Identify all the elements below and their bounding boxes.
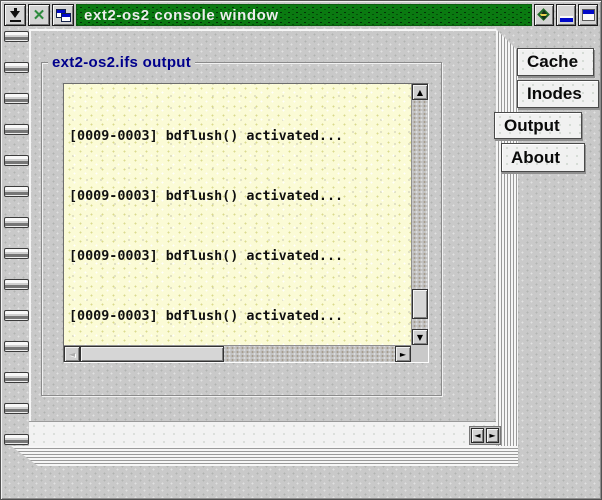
binding-ring [4, 62, 29, 73]
titlebar-drag-area[interactable]: ext2-os2 console window [76, 4, 532, 26]
binding-ring [4, 434, 29, 445]
console-line: [0009-0003] bdflush() activated... [69, 127, 411, 147]
scroll-down-button[interactable]: ▼ [412, 329, 428, 345]
binding-ring [4, 372, 29, 383]
right-arrow-icon: ► [400, 350, 406, 359]
binding-ring [4, 248, 29, 259]
scroll-right-button[interactable]: ► [395, 346, 411, 362]
binding-ring [4, 217, 29, 228]
tab-inodes[interactable]: Inodes [517, 80, 599, 108]
left-arrow-icon: ◄ [474, 431, 480, 440]
maximize-button[interactable] [578, 4, 598, 26]
binding-ring [4, 310, 29, 321]
page-navigation: ◄ ► [469, 426, 501, 445]
tab-output[interactable]: Output [494, 112, 582, 139]
binding-ring [4, 155, 29, 166]
tab-cache[interactable]: Cache [517, 48, 594, 76]
window-title: ext2-os2 console window [84, 7, 279, 24]
console-text[interactable]: [0009-0003] bdflush() activated... [0009… [64, 84, 411, 345]
vertical-scrollbar-thumb[interactable] [412, 289, 428, 319]
binding-ring [4, 93, 29, 104]
left-arrow-icon: ◄ [69, 350, 75, 359]
prev-page-button[interactable]: ◄ [471, 428, 484, 443]
hide-button[interactable] [4, 4, 26, 26]
hide-icon [9, 8, 22, 22]
page-bottom-strip [29, 421, 496, 446]
window-list-button[interactable] [534, 4, 554, 26]
close-icon: ✕ [33, 8, 46, 23]
page-edge-stack-right [496, 29, 518, 466]
console-window: ✕ ext2-os2 console window ◄ ► Cache [0, 0, 602, 500]
diamond-icon [536, 7, 552, 23]
horizontal-scrollbar-thumb[interactable] [80, 346, 224, 362]
tab-label: About [511, 148, 560, 168]
console-line: [0009-0003] bdflush() activated... [69, 307, 411, 327]
console-output-area[interactable]: [0009-0003] bdflush() activated... [0009… [63, 83, 429, 363]
minimize-button[interactable] [556, 4, 576, 26]
horizontal-scrollbar[interactable]: ◄ ► [64, 345, 411, 362]
scroll-up-button[interactable]: ▲ [412, 84, 428, 100]
right-arrow-icon: ► [489, 431, 495, 440]
up-arrow-icon: ▲ [417, 88, 423, 97]
binding-ring [4, 186, 29, 197]
close-button[interactable]: ✕ [28, 4, 50, 26]
tab-label: Cache [527, 52, 578, 72]
system-menu-button[interactable] [52, 4, 74, 26]
console-line: [0009-0003] bdflush() activated... [69, 187, 411, 207]
groupbox-title: ext2-os2.ifs output [48, 54, 195, 71]
scrollbar-corner [411, 345, 428, 362]
scroll-left-button[interactable]: ◄ [64, 346, 80, 362]
maximize-icon [582, 9, 595, 21]
binding-ring [4, 124, 29, 135]
next-page-button[interactable]: ► [486, 428, 499, 443]
tab-label: Inodes [527, 84, 582, 104]
titlebar: ✕ ext2-os2 console window [4, 4, 598, 26]
console-line: [0009-0003] bdflush() activated... [69, 247, 411, 267]
tab-label: Output [504, 116, 560, 136]
binding-ring [4, 403, 29, 414]
page-edge-stack-bottom [11, 446, 518, 466]
vertical-scrollbar[interactable]: ▲ ▼ [411, 84, 428, 345]
binding-ring [4, 341, 29, 352]
down-arrow-icon: ▼ [417, 333, 423, 342]
window-cascade-icon [56, 9, 71, 22]
minimize-icon [560, 18, 573, 22]
tab-about[interactable]: About [501, 143, 585, 172]
spiral-binding [4, 31, 29, 445]
binding-ring [4, 31, 29, 42]
binding-ring [4, 279, 29, 290]
